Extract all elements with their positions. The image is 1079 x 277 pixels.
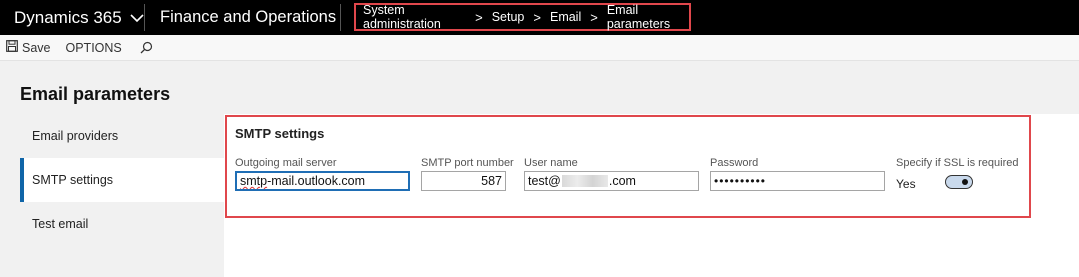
smtp-port-label: SMTP port number bbox=[421, 157, 514, 169]
smtp-port-input[interactable]: 587 bbox=[421, 171, 506, 191]
outgoing-mail-server-input[interactable]: smtp -mail.outlook.com bbox=[235, 171, 410, 191]
password-label: Password bbox=[710, 157, 759, 169]
nav-item-smtp-settings[interactable]: SMTP settings bbox=[20, 158, 224, 202]
breadcrumb-item-email-parameters[interactable]: Email parameters bbox=[607, 3, 689, 31]
spellcheck-word: smtp bbox=[240, 174, 268, 188]
password-input[interactable]: •••••••••• bbox=[710, 171, 885, 191]
nav-divider bbox=[340, 4, 341, 31]
server-value-rest: -mail.outlook.com bbox=[267, 174, 366, 188]
save-label: Save bbox=[22, 40, 51, 55]
password-mask: •••••••••• bbox=[714, 174, 767, 188]
breadcrumb-item-setup[interactable]: Setup bbox=[492, 10, 525, 24]
save-icon bbox=[6, 40, 18, 55]
redacted-block bbox=[561, 175, 608, 187]
smtp-port-value: 587 bbox=[481, 174, 502, 188]
search-icon[interactable] bbox=[140, 35, 153, 61]
app-switcher[interactable]: Dynamics 365 bbox=[0, 0, 158, 35]
ssl-required-label: Specify if SSL is required bbox=[896, 157, 1019, 169]
user-name-suffix: .com bbox=[608, 174, 636, 188]
parameters-nav: Email providers SMTP settings Test email bbox=[20, 114, 224, 277]
action-pane: Save OPTIONS bbox=[0, 35, 1079, 61]
ssl-required-toggle[interactable] bbox=[945, 175, 973, 189]
app-name: Finance and Operations bbox=[160, 8, 337, 26]
nav-item-email-providers[interactable]: Email providers bbox=[20, 114, 224, 158]
ssl-required-value: Yes bbox=[896, 177, 916, 191]
page-title: Email parameters bbox=[20, 84, 171, 104]
chevron-down-icon bbox=[130, 11, 144, 25]
top-nav-bar: Dynamics 365 Finance and Operations Syst… bbox=[0, 0, 1079, 35]
section-title: SMTP settings bbox=[235, 126, 325, 141]
toggle-knob bbox=[962, 178, 968, 185]
save-button[interactable]: Save bbox=[0, 35, 51, 61]
breadcrumb: System administration > Setup > Email > … bbox=[354, 3, 691, 31]
breadcrumb-separator-icon: > bbox=[533, 9, 541, 25]
user-name-prefix: test@ bbox=[528, 174, 561, 188]
nav-item-test-email[interactable]: Test email bbox=[20, 202, 224, 246]
breadcrumb-item-email[interactable]: Email bbox=[550, 10, 581, 24]
nav-divider bbox=[144, 4, 145, 31]
options-tab[interactable]: OPTIONS bbox=[66, 35, 122, 61]
breadcrumb-separator-icon: > bbox=[590, 9, 598, 25]
outgoing-mail-server-label: Outgoing mail server bbox=[235, 157, 337, 169]
user-name-input[interactable]: test@ .com bbox=[524, 171, 699, 191]
brand-label: Dynamics 365 bbox=[14, 7, 122, 27]
breadcrumb-item-system-administration[interactable]: System administration bbox=[363, 3, 466, 31]
breadcrumb-separator-icon: > bbox=[475, 9, 483, 25]
user-name-label: User name bbox=[524, 157, 578, 169]
